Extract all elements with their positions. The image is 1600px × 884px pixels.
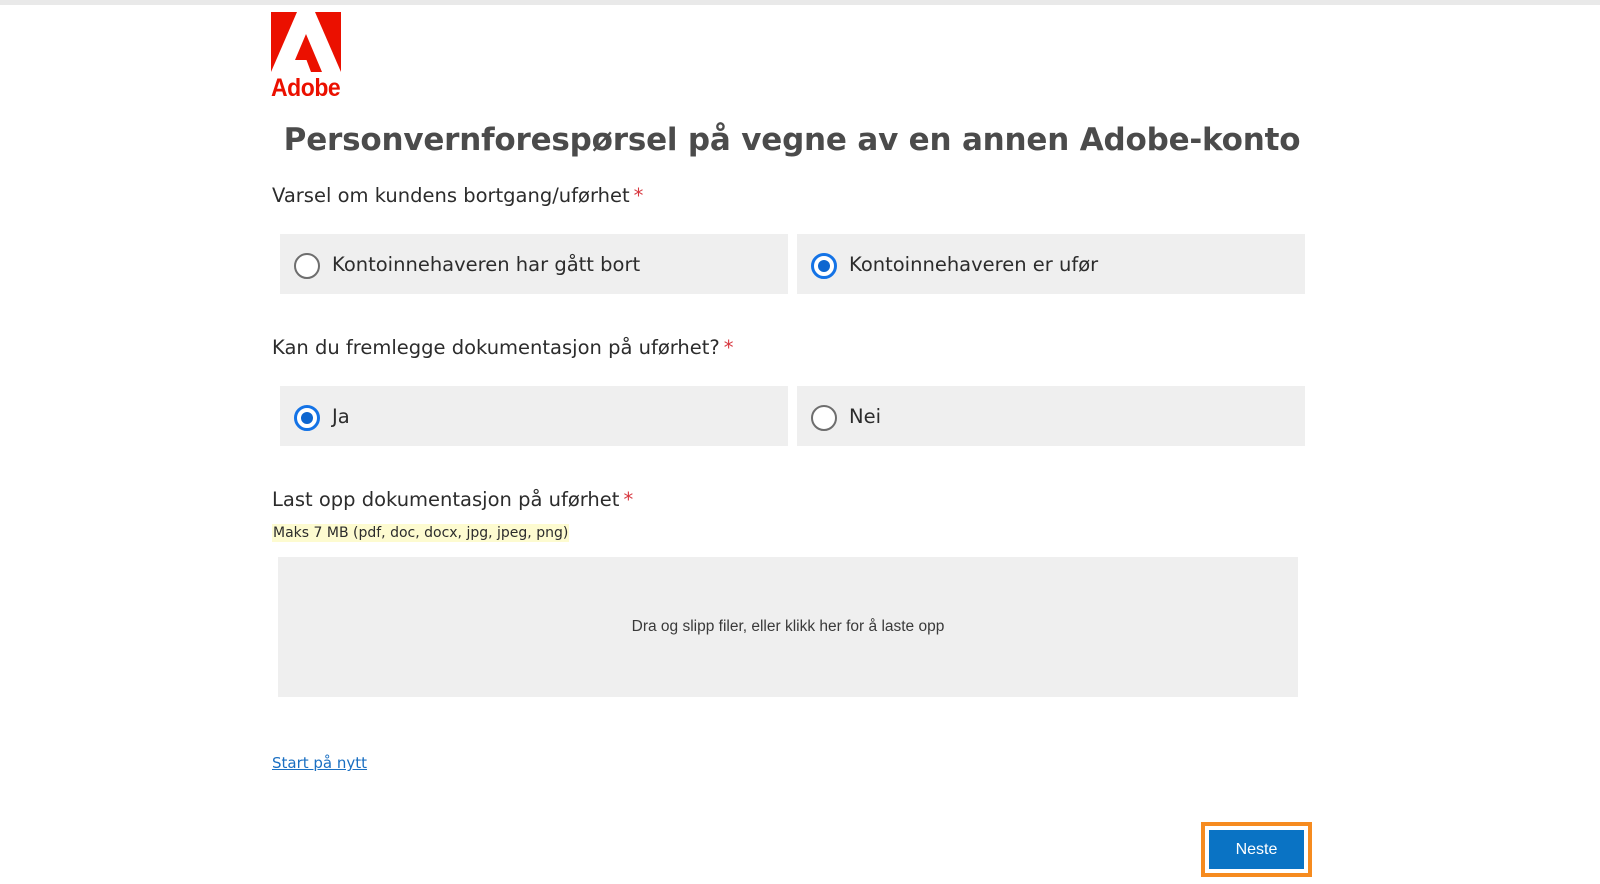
next-button[interactable]: Neste (1209, 830, 1304, 869)
page-title: Personvernforespørsel på vegne av en ann… (283, 122, 1301, 158)
required-marker: * (723, 336, 734, 359)
option-account-holder-deceased[interactable]: Kontoinnehaveren har gått bort (280, 234, 788, 294)
upload-label-text: Last opp dokumentasjon på uførhet (272, 488, 620, 511)
top-border (0, 0, 1600, 5)
start-over-link[interactable]: Start på nytt (272, 754, 367, 772)
option-account-holder-disabled[interactable]: Kontoinnehaveren er ufør (797, 234, 1305, 294)
option-no[interactable]: Nei (797, 386, 1305, 446)
required-marker: * (633, 184, 644, 207)
upload-label: Last opp dokumentasjon på uførhet * (272, 488, 633, 511)
dropzone-text: Dra og slipp filer, eller klikk her for … (631, 618, 945, 635)
question-documentation-label: Kan du fremlegge dokumentasjon på uførhe… (272, 336, 734, 359)
adobe-logo: Adobe (271, 12, 343, 103)
radio-yes[interactable] (294, 405, 320, 431)
adobe-logo-icon (271, 12, 341, 72)
question-notice-label: Varsel om kundens bortgang/uførhet * (272, 184, 643, 207)
question-notice-text: Varsel om kundens bortgang/uførhet (272, 184, 630, 207)
file-dropzone[interactable]: Dra og slipp filer, eller klikk her for … (278, 557, 1298, 697)
radio-disabled[interactable] (811, 253, 837, 279)
upload-hint: Maks 7 MB (pdf, doc, docx, jpg, jpeg, pn… (272, 524, 570, 542)
radio-deceased[interactable] (294, 253, 320, 279)
question-documentation-text: Kan du fremlegge dokumentasjon på uførhe… (272, 336, 720, 359)
radio-no[interactable] (811, 405, 837, 431)
adobe-logo-text: Adobe (271, 74, 341, 102)
option-label-deceased: Kontoinnehaveren har gått bort (332, 252, 641, 276)
next-button-focus-outline: Neste (1201, 822, 1312, 877)
option-label-yes: Ja (332, 404, 350, 428)
option-label-no: Nei (849, 404, 882, 428)
required-marker: * (623, 488, 634, 511)
option-label-disabled: Kontoinnehaveren er ufør (849, 252, 1099, 276)
option-yes[interactable]: Ja (280, 386, 788, 446)
